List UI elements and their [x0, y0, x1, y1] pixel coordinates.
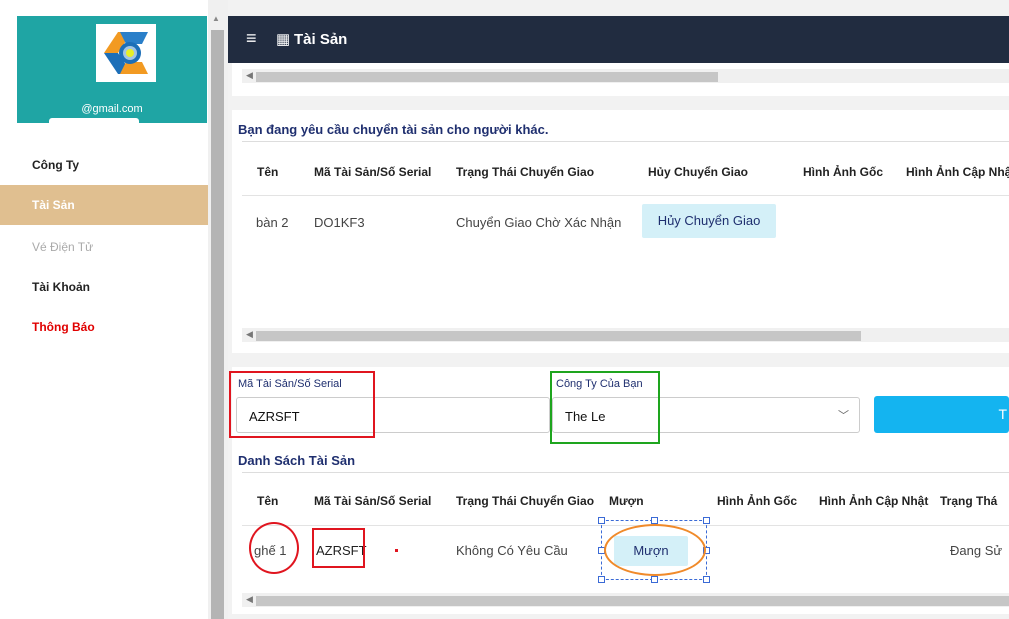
search-button[interactable]: T	[874, 396, 1009, 433]
scroll-thumb[interactable]	[256, 72, 718, 82]
horizontal-scrollbar[interactable]: ◀	[242, 593, 1009, 607]
column-header-state: Trạng Thá	[940, 494, 998, 508]
sidebar-item-assets[interactable]: Tài Sản	[0, 185, 208, 225]
annotation-orange-ellipse	[604, 524, 706, 576]
transfer-row-name: bàn 2	[256, 215, 289, 230]
scroll-left-arrow-icon[interactable]: ◀	[246, 70, 253, 81]
scroll-up-arrow-icon[interactable]: ▲	[212, 14, 220, 23]
column-header-updated-image: Hình Ảnh Cập Nhậ	[906, 165, 1009, 179]
sidebar-item-company[interactable]: Công Ty	[0, 145, 208, 185]
annotation-red-box	[229, 371, 375, 438]
sidebar-item-e-ticket[interactable]: Vé Điện Tử	[0, 227, 208, 267]
annotation-green-box	[550, 371, 660, 444]
column-header-original-image: Hình Ảnh Gốc	[717, 494, 797, 508]
column-header-name: Tên	[257, 165, 279, 179]
user-email: @gmail.com	[81, 103, 143, 115]
scroll-left-arrow-icon[interactable]: ◀	[246, 594, 253, 605]
asset-row-state: Đang Sử	[950, 543, 1003, 558]
scroll-thumb[interactable]	[256, 596, 1009, 606]
table-border	[242, 141, 1009, 142]
previous-panel: ◀	[232, 63, 1009, 96]
transfer-panel: Bạn đang yêu cầu chuyển tài sản cho ngườ…	[232, 110, 1009, 353]
sidebar-header: @gmail.com	[17, 16, 207, 128]
column-header-original-image: Hình Ảnh Gốc	[803, 165, 883, 179]
annotation-red-circle	[249, 522, 299, 574]
email-redaction	[49, 118, 139, 128]
sidebar-scrollbar[interactable]: ▲	[208, 0, 228, 619]
scroll-thumb[interactable]	[256, 331, 861, 341]
column-header-transfer-status: Trạng Thái Chuyển Giao	[456, 165, 595, 179]
column-header-serial: Mã Tài Sản/Số Serial	[314, 494, 432, 508]
horizontal-scrollbar[interactable]: ◀	[242, 69, 1009, 83]
transfer-row-status: Chuyển Giao Chờ Xác Nhận	[456, 215, 622, 230]
hamburger-icon[interactable]: ≡	[246, 29, 257, 47]
chevron-down-icon: ﹀	[838, 410, 849, 422]
sidebar: @gmail.com Công Ty Tài Sản Vé Điện Tử Tà…	[0, 0, 208, 619]
column-header-updated-image: Hình Ảnh Cập Nhật	[819, 494, 929, 508]
transfer-heading: Bạn đang yêu cầu chuyển tài sản cho ngườ…	[238, 122, 549, 137]
top-bar: ≡ ▦ Tài Sản	[228, 16, 1009, 63]
cancel-transfer-button[interactable]: Hủy Chuyển Giao	[642, 204, 776, 238]
page-title: Tài Sản	[294, 31, 348, 48]
annotation-red-box	[312, 528, 365, 568]
sidebar-item-account[interactable]: Tài Khoản	[0, 267, 208, 307]
table-border	[242, 472, 1009, 473]
building-icon: ▦	[276, 31, 291, 48]
column-header-borrow: Mượn	[609, 494, 644, 508]
column-header-cancel-transfer: Hủy Chuyển Giao	[648, 165, 749, 179]
horizontal-scrollbar[interactable]: ◀	[242, 328, 1009, 342]
company-logo	[96, 24, 156, 82]
column-header-serial: Mã Tài Sản/Số Serial	[314, 165, 432, 179]
red-dot-marker	[395, 549, 398, 552]
sidebar-scroll-thumb[interactable]	[211, 30, 224, 619]
asset-list-heading: Danh Sách Tài Sản	[238, 453, 356, 468]
sidebar-item-notifications[interactable]: Thông Báo	[0, 307, 208, 347]
header-divider	[242, 195, 1009, 196]
transfer-row-serial: DO1KF3	[314, 215, 365, 230]
asset-row-status: Không Có Yêu Cầu	[456, 543, 568, 558]
column-header-name: Tên	[257, 494, 279, 508]
scroll-left-arrow-icon[interactable]: ◀	[246, 329, 253, 340]
column-header-transfer-status: Trạng Thái Chuyển Giao	[456, 494, 595, 508]
